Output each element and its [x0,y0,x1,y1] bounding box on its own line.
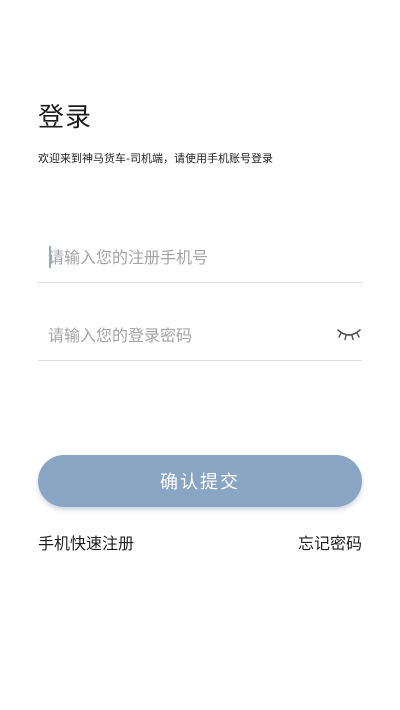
phone-input[interactable] [48,236,308,278]
register-link[interactable]: 手机快速注册 [38,530,134,554]
phone-field [38,236,362,283]
password-field [38,314,362,361]
page-title: 登录 [38,103,93,133]
password-input[interactable] [48,314,308,356]
login-screen: 登录 欢迎来到神马货车-司机端，请使用手机账号登录 确认提交 手机快速注册 忘记… [0,0,400,710]
forgot-password-link[interactable]: 忘记密码 [298,530,362,554]
eye-closed-icon[interactable] [336,324,362,344]
submit-button[interactable]: 确认提交 [38,455,362,507]
welcome-subtitle: 欢迎来到神马货车-司机端，请使用手机账号登录 [38,152,273,165]
